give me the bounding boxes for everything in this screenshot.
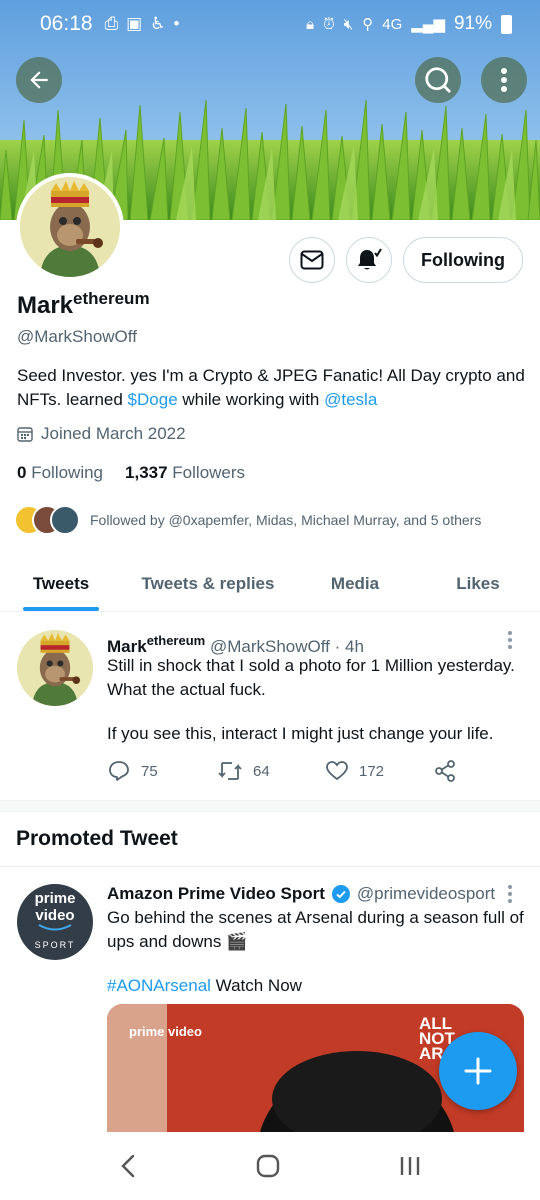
nav-home-icon[interactable] [255, 1153, 281, 1179]
promo-more-icon[interactable] [502, 885, 518, 903]
battery-level: 91% [453, 13, 492, 34]
notifications-button[interactable] [346, 237, 392, 283]
verified-badge-icon [331, 885, 350, 903]
like-button[interactable]: 172 [325, 759, 433, 783]
tweet[interactable]: Markethereum @MarkShowOff · 4h Still in … [0, 613, 540, 800]
reply-button[interactable]: 75 [107, 759, 217, 783]
tab-likes[interactable]: Likes [416, 556, 540, 611]
nav-back-icon[interactable] [118, 1153, 138, 1179]
prime-video-logo: prime video [129, 1024, 202, 1039]
section-divider [0, 800, 540, 812]
promo-avatar[interactable]: prime video SPORT [17, 884, 93, 960]
vertical-dots-icon [501, 68, 507, 92]
more-options-button[interactable] [481, 57, 527, 103]
calendar-icon [17, 427, 33, 442]
plus-icon [464, 1057, 492, 1085]
profile-bio: Seed Investor. yes I'm a Crypto & JPEG F… [17, 366, 525, 409]
profile-handle: @MarkShowOff [17, 327, 137, 346]
profile-avatar[interactable] [16, 173, 124, 281]
search-icon [425, 67, 451, 93]
profile-name: Markethereum [17, 289, 150, 319]
ape-avatar-image [17, 630, 93, 706]
mute-icon: 🔇︎ [343, 15, 354, 33]
nav-recents-icon[interactable] [398, 1155, 422, 1177]
ape-avatar-image [20, 177, 120, 277]
share-button[interactable] [433, 759, 457, 783]
message-button[interactable] [289, 237, 335, 283]
promo-header: Amazon Prime Video Sport @primevideospor… [107, 884, 496, 903]
following-count-link[interactable]: 0 Following [17, 463, 103, 483]
promoted-section-title: Promoted Tweet [16, 827, 178, 850]
status-time: 06:18 [40, 12, 93, 35]
location-icon: ⚲ [362, 16, 374, 33]
network-label: 4G [382, 15, 403, 33]
search-button[interactable] [415, 57, 461, 103]
heart-icon [326, 761, 348, 781]
tweet-text: Still in shock that I sold a photo for 1… [107, 656, 515, 743]
system-nav-bar [0, 1132, 540, 1200]
printer-icon: ⎙ [104, 14, 119, 33]
hashtag-link[interactable]: #AONArsenal [107, 976, 211, 995]
back-arrow-icon [30, 71, 48, 89]
battery-icon [501, 14, 512, 34]
following-button[interactable]: Following [403, 237, 523, 283]
dot-icon: • [173, 14, 180, 33]
tesla-link[interactable]: @tesla [324, 390, 377, 409]
share-icon [435, 760, 455, 782]
follow-counts: 0 Following 1,337 Followers [17, 463, 245, 483]
compose-tweet-button[interactable] [439, 1032, 517, 1110]
follower-avatar [50, 505, 80, 535]
followed-by-text: Followed by @0xapemfer, Midas, Michael M… [90, 512, 482, 528]
status-bar: 06:18 ⎙ ▣ ♿ • 🔒︎ ⏰︎ 🔇︎ ⚲ 4G ▂▄▆ 91% [0, 0, 540, 48]
joined-date: Joined March 2022 [17, 424, 186, 444]
tab-tweets[interactable]: Tweets [0, 556, 122, 611]
smile-logo-icon [38, 924, 72, 931]
tweet-avatar[interactable] [17, 630, 93, 706]
doge-link[interactable]: $Doge [128, 390, 178, 409]
gallery-icon: ▣ [126, 14, 143, 33]
alarm-icon: ⏰︎ [323, 15, 335, 33]
reply-icon [109, 761, 129, 781]
tab-tweets-replies[interactable]: Tweets & replies [122, 556, 294, 611]
envelope-icon [300, 250, 324, 270]
retweet-button[interactable]: 64 [217, 759, 325, 783]
followers-count-link[interactable]: 1,337 Followers [125, 463, 245, 483]
tab-media[interactable]: Media [294, 556, 416, 611]
profile-name-suffix: ethereum [73, 289, 150, 308]
bell-check-icon [358, 248, 382, 270]
signal-icon: ▂▄▆ [411, 16, 445, 33]
tweet-more-icon[interactable] [502, 631, 518, 649]
back-button[interactable] [16, 57, 62, 103]
followed-by-row[interactable]: Followed by @0xapemfer, Midas, Michael M… [14, 505, 481, 535]
lock-icon: 🔒︎ [306, 15, 315, 33]
tweet-actions: 75 64 172 [107, 759, 457, 783]
retweet-icon [218, 762, 242, 780]
accessibility-icon: ♿ [150, 14, 166, 33]
promo-handle: @primevideosport [356, 884, 496, 903]
promo-text: Go behind the scenes at Arsenal during a… [107, 908, 524, 995]
profile-tabs: Tweets Tweets & replies Media Likes [0, 556, 540, 612]
